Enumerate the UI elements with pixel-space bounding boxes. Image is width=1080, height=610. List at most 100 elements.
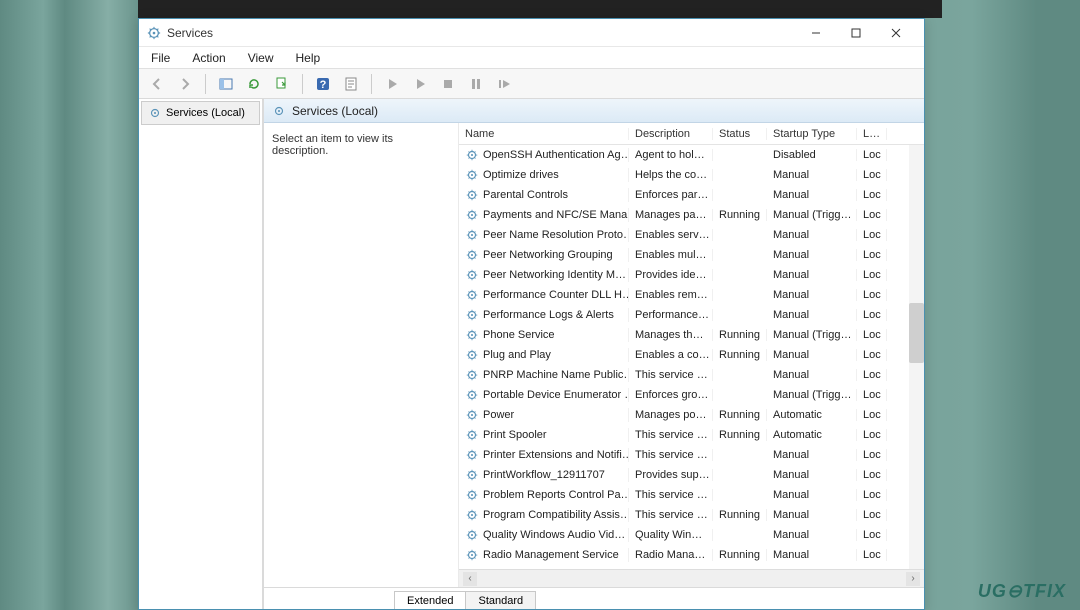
horizontal-scrollbar[interactable]: ‹ › [459,569,924,587]
menu-view[interactable]: View [246,49,276,67]
menu-action[interactable]: Action [190,49,227,67]
cell-description: Helps the co… [629,169,713,181]
cell-logon: Loc [857,489,887,501]
header-logon[interactable]: Log [857,128,887,140]
cell-name: Performance Counter DLL H… [459,288,629,302]
table-row[interactable]: Problem Reports Control Pa…This service … [459,485,924,505]
tab-standard[interactable]: Standard [465,591,536,609]
header-name[interactable]: Name [459,128,629,140]
menu-help[interactable]: Help [294,49,323,67]
restart-service-button[interactable] [492,72,516,96]
cell-logon: Loc [857,349,887,361]
back-button[interactable] [145,72,169,96]
service-icon [465,148,479,162]
cell-status: Running [713,409,767,421]
cell-description: Enables rem… [629,289,713,301]
header-startup[interactable]: Startup Type [767,128,857,140]
vertical-scroll-thumb[interactable] [909,303,924,363]
table-row[interactable]: Print SpoolerThis service …RunningAutoma… [459,425,924,445]
cell-logon: Loc [857,209,887,221]
cell-startup: Manual [767,189,857,201]
table-row[interactable]: Performance Logs & AlertsPerformance…Man… [459,305,924,325]
menu-file[interactable]: File [149,49,172,67]
view-tabs: Extended Standard [264,587,924,609]
table-row[interactable]: Printer Extensions and Notifi…This servi… [459,445,924,465]
table-row[interactable]: Optimize drivesHelps the co…ManualLoc [459,165,924,185]
cell-logon: Loc [857,509,887,521]
cell-logon: Loc [857,229,887,241]
cell-startup: Manual [767,269,857,281]
show-hide-tree-button[interactable] [214,72,238,96]
table-row[interactable]: Plug and PlayEnables a co…RunningManualL… [459,345,924,365]
maximize-button[interactable] [836,20,876,46]
table-row[interactable]: Quality Windows Audio Vid…Quality Win…Ma… [459,525,924,545]
start-service-button[interactable] [380,72,404,96]
table-row[interactable]: Peer Name Resolution Proto…Enables serv…… [459,225,924,245]
table-row[interactable]: Portable Device Enumerator …Enforces gro… [459,385,924,405]
table-row[interactable]: Radio Management ServiceRadio Mana…Runni… [459,545,924,565]
export-button[interactable] [270,72,294,96]
cell-name: Optimize drives [459,168,629,182]
resume-service-button[interactable] [408,72,432,96]
cell-description: Quality Win… [629,529,713,541]
pane-header: Services (Local) [264,99,924,123]
table-row[interactable]: Phone ServiceManages th…RunningManual (T… [459,325,924,345]
cell-name: Radio Management Service [459,548,629,562]
header-description[interactable]: Description [629,128,713,140]
service-icon [465,508,479,522]
service-icon [465,348,479,362]
column-headers: Name Description Status Startup Type Log [459,123,924,145]
cell-status: Running [713,429,767,441]
service-icon [465,388,479,402]
table-row[interactable]: PowerManages po…RunningAutomaticLoc [459,405,924,425]
table-row[interactable]: Peer Networking GroupingEnables mul…Manu… [459,245,924,265]
help-button[interactable]: ? [311,72,335,96]
services-window: Services File Action View Help ? [138,18,925,610]
cell-logon: Loc [857,429,887,441]
pause-service-button[interactable] [464,72,488,96]
rows-container[interactable]: OpenSSH Authentication Ag…Agent to hol…D… [459,145,924,569]
service-icon [465,228,479,242]
cell-logon: Loc [857,369,887,381]
table-row[interactable]: Program Compatibility Assis…This service… [459,505,924,525]
table-row[interactable]: Payments and NFC/SE Mana…Manages pa…Runn… [459,205,924,225]
table-row[interactable]: PrintWorkflow_12911707Provides sup…Manua… [459,465,924,485]
table-row[interactable]: PNRP Machine Name Public…This service …M… [459,365,924,385]
scroll-right-icon[interactable]: › [906,572,920,586]
tab-extended[interactable]: Extended [394,591,466,609]
close-button[interactable] [876,20,916,46]
cell-description: Manages th… [629,329,713,341]
cell-name: Printer Extensions and Notifi… [459,448,629,462]
table-row[interactable]: Performance Counter DLL H…Enables rem…Ma… [459,285,924,305]
cell-status: Running [713,329,767,341]
cell-logon: Loc [857,549,887,561]
services-list: Name Description Status Startup Type Log… [459,123,924,587]
service-icon [465,528,479,542]
cell-description: This service … [629,489,713,501]
table-row[interactable]: OpenSSH Authentication Ag…Agent to hol…D… [459,145,924,165]
cell-name: Print Spooler [459,428,629,442]
cell-logon: Loc [857,409,887,421]
cell-startup: Manual [767,469,857,481]
header-status[interactable]: Status [713,128,767,140]
cell-status: Running [713,509,767,521]
minimize-button[interactable] [796,20,836,46]
cell-name: Power [459,408,629,422]
refresh-button[interactable] [242,72,266,96]
cell-name: Portable Device Enumerator … [459,388,629,402]
cell-description: Enforces gro… [629,389,713,401]
table-row[interactable]: Peer Networking Identity M…Provides ide…… [459,265,924,285]
scroll-left-icon[interactable]: ‹ [463,572,477,586]
titlebar[interactable]: Services [139,19,924,47]
properties-button[interactable] [339,72,363,96]
cell-startup: Manual [767,249,857,261]
cell-logon: Loc [857,309,887,321]
cell-startup: Manual [767,369,857,381]
stop-service-button[interactable] [436,72,460,96]
tree-node-services-local[interactable]: Services (Local) [141,101,260,125]
table-row[interactable]: Parental ControlsEnforces par…ManualLoc [459,185,924,205]
cell-description: Agent to hol… [629,149,713,161]
service-icon [465,208,479,222]
forward-button[interactable] [173,72,197,96]
service-icon [465,268,479,282]
